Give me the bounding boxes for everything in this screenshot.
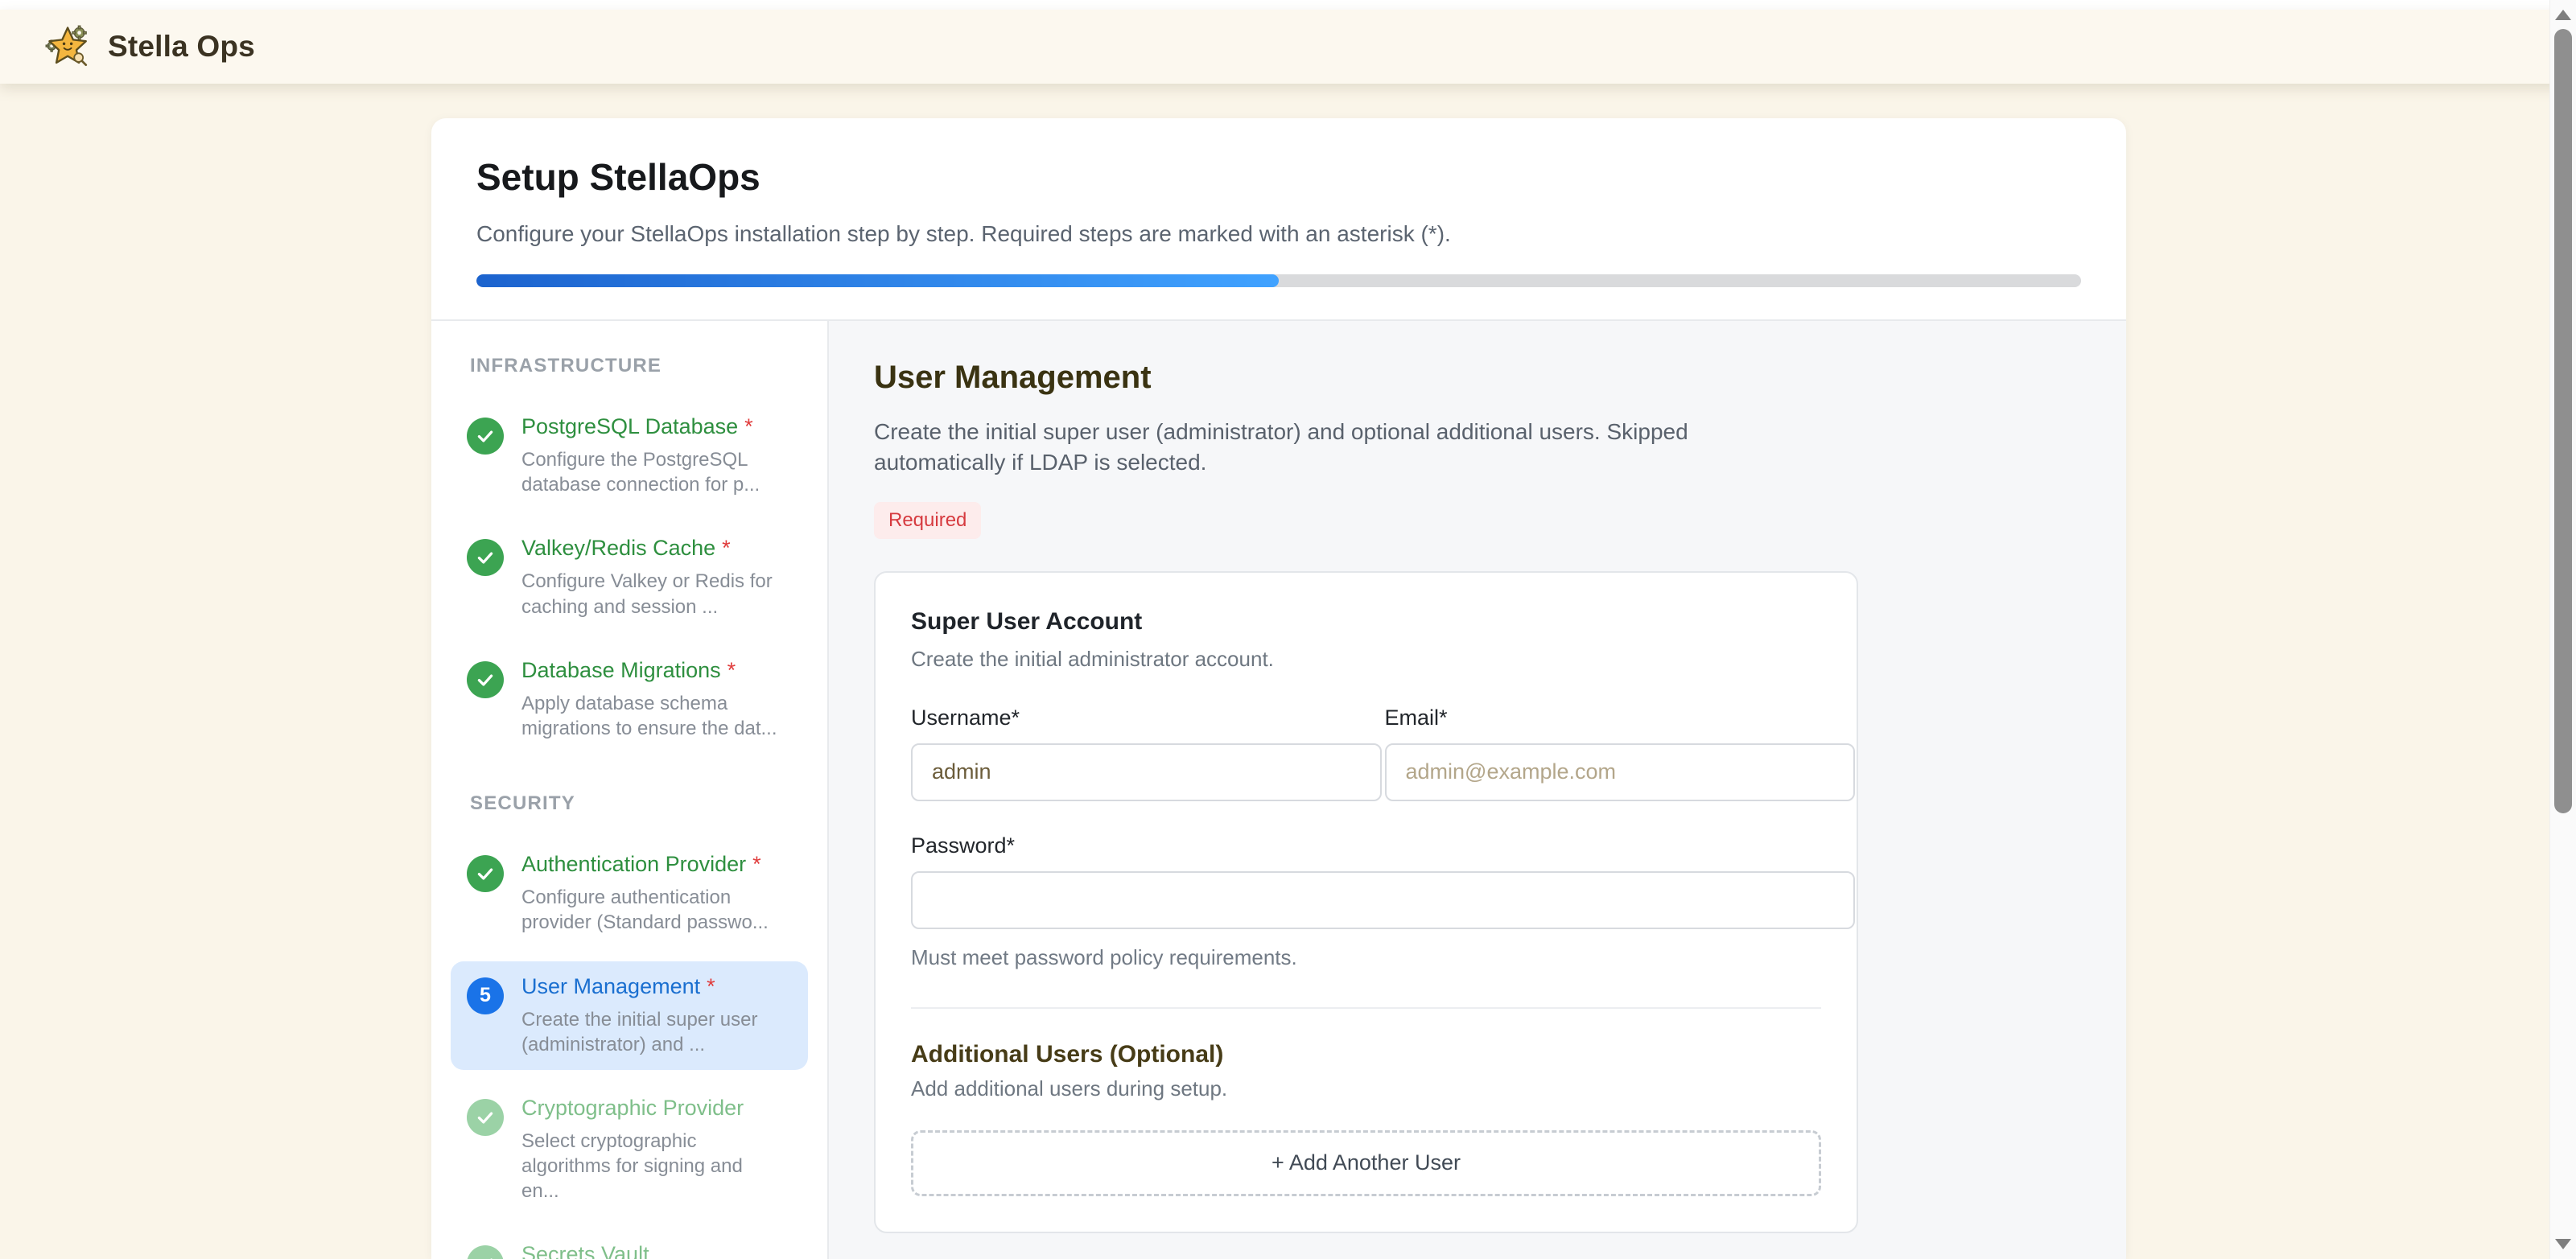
required-asterisk: * (744, 414, 753, 438)
step-title: Cryptographic Provider (521, 1096, 744, 1120)
sidebar-item-user-management[interactable]: 5 User Management * Create the initial su… (451, 961, 808, 1070)
step-heading: User Management (874, 360, 2126, 396)
sidebar-item-authentication-provider[interactable]: Authentication Provider* Configure authe… (451, 839, 808, 948)
step-description: Create the initial super user (administr… (521, 1007, 777, 1057)
password-label: Password* (911, 833, 1855, 858)
username-label: Username* (911, 706, 1382, 730)
stella-ops-logo-icon (45, 23, 92, 70)
setup-progress-bar (476, 274, 2081, 287)
sidebar-item-valkey-redis-cache[interactable]: Valkey/Redis Cache * Configure Valkey or … (451, 523, 808, 632)
check-icon (467, 418, 504, 455)
step-title: Valkey/Redis Cache (521, 536, 715, 560)
scrollbar-up-arrow-icon[interactable] (2555, 10, 2571, 20)
password-help-text: Must meet password policy requirements. (911, 945, 1855, 970)
scrollbar-down-arrow-icon[interactable] (2555, 1239, 2571, 1249)
username-email-row: Username* Email* (911, 706, 1855, 801)
step-title: Database Migrations (521, 658, 721, 682)
scrollbar-thumb[interactable] (2554, 29, 2572, 813)
password-block: Password* Must meet password policy requ… (911, 833, 1855, 970)
step-title: User Management (521, 974, 700, 998)
check-icon (467, 1245, 504, 1259)
step-description-text: Create the initial super user (administr… (874, 417, 1767, 478)
step-description: Configure authentication provider (Stand… (521, 885, 777, 935)
required-asterisk: * (752, 852, 761, 876)
required-badge: Required (874, 502, 981, 539)
sidebar-item-secrets-vault[interactable]: Secrets Vault Configure a secrets vault … (451, 1229, 808, 1259)
password-field[interactable] (911, 871, 1855, 929)
setup-progress-fill (476, 274, 1279, 287)
app-header: Stella Ops (0, 10, 2576, 84)
card-divider (911, 1007, 1821, 1009)
sidebar-item-database-migrations[interactable]: Database Migrations* Apply database sche… (451, 645, 808, 754)
sidebar-section-infrastructure: INFRASTRUCTURE PostgreSQL Database* Conf… (431, 355, 827, 754)
card-subtitle: Create the initial administrator account… (911, 647, 1821, 672)
page-title: Setup StellaOps (476, 155, 2081, 199)
check-icon (467, 661, 504, 698)
add-another-user-button[interactable]: + Add Another User (911, 1130, 1821, 1196)
check-icon (467, 539, 504, 576)
brand[interactable]: Stella Ops (45, 23, 255, 70)
page-scrollbar[interactable] (2549, 0, 2576, 1259)
required-asterisk: * (727, 658, 736, 682)
step-title: Secrets Vault (521, 1242, 649, 1259)
steps-sidebar: INFRASTRUCTURE PostgreSQL Database* Conf… (431, 321, 829, 1259)
email-label: Email* (1385, 706, 1856, 730)
required-asterisk: * (722, 536, 731, 560)
sidebar-section-security: SECURITY Authentication Provider* Config… (431, 792, 827, 1259)
step-description: Configure Valkey or Redis for caching an… (521, 569, 777, 619)
sidebar-item-postgresql-database[interactable]: PostgreSQL Database* Configure the Postg… (451, 401, 808, 510)
step-title: Authentication Provider (521, 852, 746, 876)
sidebar-item-cryptographic-provider[interactable]: Cryptographic Provider Select cryptograp… (451, 1083, 808, 1217)
additional-users-subtitle: Add additional users during setup. (911, 1076, 1821, 1101)
username-field[interactable] (911, 743, 1382, 801)
super-user-card: Super User Account Create the initial ad… (874, 571, 1858, 1233)
required-asterisk: * (707, 974, 715, 998)
card-title: Super User Account (911, 608, 1821, 636)
brand-name: Stella Ops (108, 30, 255, 64)
window-top-strip (0, 0, 2576, 10)
step-number-badge: 5 (467, 977, 504, 1014)
step-description: Select cryptographic algorithms for sign… (521, 1129, 777, 1204)
section-label: SECURITY (470, 792, 827, 815)
step-description: Apply database schema migrations to ensu… (521, 691, 777, 741)
check-icon (467, 855, 504, 892)
page-subtitle: Configure your StellaOps installation st… (476, 221, 2081, 247)
step-content: User Management Create the initial super… (829, 321, 2126, 1259)
setup-wizard-container: Setup StellaOps Configure your StellaOps… (431, 118, 2126, 1259)
wizard-header: Setup StellaOps Configure your StellaOps… (431, 118, 2126, 321)
check-icon (467, 1099, 504, 1136)
step-title: PostgreSQL Database (521, 414, 738, 438)
section-label: INFRASTRUCTURE (470, 355, 827, 377)
step-description: Configure the PostgreSQL database connec… (521, 447, 777, 497)
email-field[interactable] (1385, 743, 1856, 801)
additional-users-title: Additional Users (Optional) (911, 1041, 1821, 1068)
